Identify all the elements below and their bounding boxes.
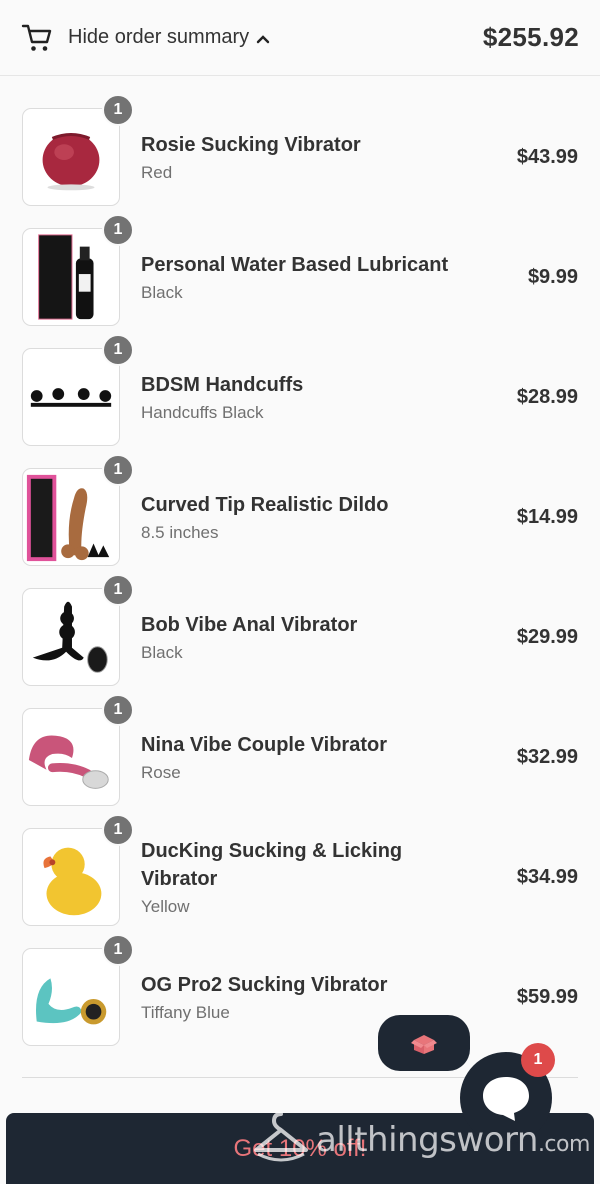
product-image xyxy=(22,228,120,326)
product-name: Rosie Sucking Vibrator xyxy=(141,134,361,156)
quantity-badge: 1 xyxy=(102,934,134,966)
product-variant: Handcuffs Black xyxy=(141,403,264,422)
product-image xyxy=(22,348,120,446)
quantity-badge: 1 xyxy=(102,214,134,246)
line-item: 1 OG Pro2 Sucking Vibrator Tiffany Blue … xyxy=(22,934,578,1046)
line-item: 1 Rosie Sucking Vibrator Red $43.99 xyxy=(22,94,578,206)
product-name: Nina Vibe Couple Vibrator xyxy=(141,734,387,756)
line-item: 1 Bob Vibe Anal Vibrator Black $29.99 xyxy=(22,574,578,686)
product-name: BDSM Handcuffs xyxy=(141,374,304,396)
quantity-badge: 1 xyxy=(102,814,134,846)
product-price: $9.99 xyxy=(527,265,578,288)
chat-notification-badge: 1 xyxy=(521,1043,555,1077)
line-item: 1 DucKing Sucking & Licking Vibrator Yel… xyxy=(22,814,578,926)
quantity-badge: 1 xyxy=(102,694,134,726)
product-image xyxy=(22,588,120,686)
product-image xyxy=(22,108,120,206)
order-summary-header: Hide order summary $255.92 xyxy=(0,0,600,76)
product-price: $34.99 xyxy=(516,865,578,888)
line-item: 1 Personal Water Based Lubricant Black $… xyxy=(22,214,578,326)
product-name: Personal Water Based Lubricant xyxy=(141,254,449,276)
product-name: Bob Vibe Anal Vibrator xyxy=(141,614,358,636)
product-name: Curved Tip Realistic Dildo xyxy=(141,494,389,516)
quantity-badge: 1 xyxy=(102,334,134,366)
product-name: OG Pro2 Sucking Vibrator xyxy=(141,974,388,996)
quantity-badge: 1 xyxy=(102,454,134,486)
product-price: $59.99 xyxy=(516,985,578,1008)
line-item: 1 BDSM Handcuffs Handcuffs Black $28.99 xyxy=(22,334,578,446)
promo-text: Get 10% off! xyxy=(233,1135,367,1162)
toggle-order-summary-label: Hide order summary xyxy=(68,26,250,48)
line-item: 1 Curved Tip Realistic Dildo 8.5 inches … xyxy=(22,454,578,566)
quantity-badge: 1 xyxy=(102,574,134,606)
gift-box-icon xyxy=(411,1035,437,1054)
product-variant: Black xyxy=(141,643,183,662)
product-image xyxy=(22,828,120,926)
toggle-order-summary-button[interactable]: Hide order summary xyxy=(68,26,270,49)
product-image xyxy=(22,708,120,806)
product-price: $14.99 xyxy=(516,505,578,528)
product-price: $29.99 xyxy=(516,625,578,648)
product-variant: 8.5 inches xyxy=(141,523,219,542)
gift-widget-button[interactable] xyxy=(378,1015,470,1071)
product-price: $32.99 xyxy=(516,745,578,768)
chat-bubble-icon xyxy=(483,1077,529,1121)
product-price: $28.99 xyxy=(516,385,578,408)
product-variant: Rose xyxy=(141,763,181,782)
quantity-badge: 1 xyxy=(102,94,134,126)
product-variant: Black xyxy=(141,283,183,302)
product-image xyxy=(22,468,120,566)
product-image xyxy=(22,948,120,1046)
cart-icon xyxy=(21,24,52,51)
product-price: $43.99 xyxy=(516,145,578,168)
line-item: 1 Nina Vibe Couple Vibrator Rose $32.99 xyxy=(22,694,578,806)
chevron-up-icon xyxy=(256,34,270,43)
product-variant: Red xyxy=(141,163,173,182)
product-variant: Yellow xyxy=(141,897,190,916)
product-name: DucKing Sucking & Licking Vibrator xyxy=(141,840,403,890)
order-total: $255.92 xyxy=(482,22,579,52)
